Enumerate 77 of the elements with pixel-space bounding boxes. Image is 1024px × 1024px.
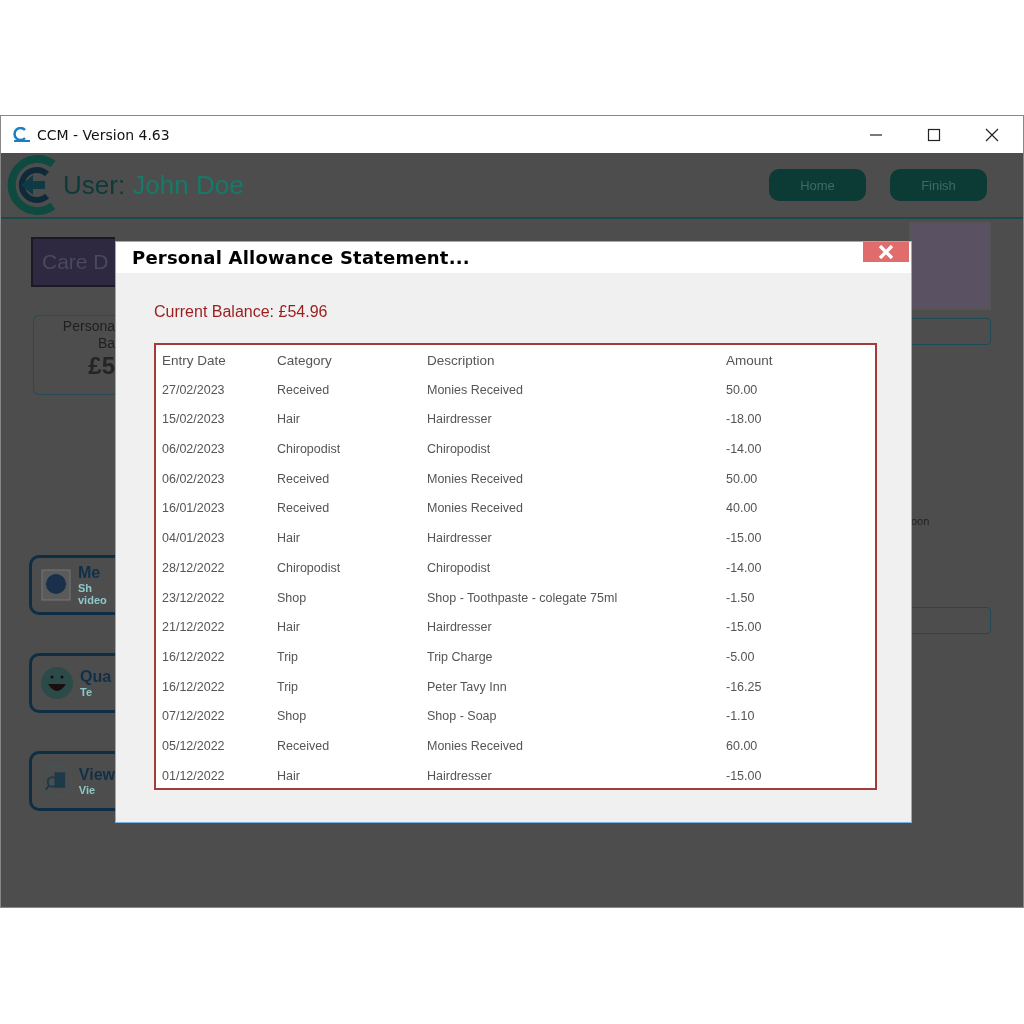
picture-icon (40, 568, 72, 602)
table-cell: Received (277, 471, 330, 486)
table-cell: Trip Charge (427, 649, 493, 664)
table-cell: 01/12/2022 (162, 768, 225, 783)
tile-title: View (78, 766, 115, 784)
tile-title: Me (78, 564, 101, 582)
table-cell: Shop - Soap (427, 709, 497, 724)
table-cell: Hairdresser (427, 412, 492, 427)
table-cell: -5.00 (726, 649, 755, 664)
table-cell: 50.00 (726, 471, 758, 486)
column-header: Entry Date (162, 353, 226, 368)
table-cell: Monies Received (427, 501, 523, 516)
table-cell: Shop (277, 709, 307, 724)
table-cell: Received (277, 501, 330, 516)
table-cell: 16/01/2023 (162, 501, 225, 516)
table-cell: Chiropodist (277, 442, 341, 457)
table-cell: Monies Received (427, 738, 523, 753)
table-cell: Chiropodist (277, 560, 341, 575)
table-cell: 07/12/2022 (162, 709, 225, 724)
current-balance: Current Balance: £54.96 (154, 303, 329, 321)
dialog-title: Personal Allowance Statement... (132, 247, 470, 268)
tile-title: Qua (80, 668, 112, 686)
tile-caption: Vie (78, 784, 96, 796)
table-cell: -14.00 (726, 442, 762, 457)
table-cell: Chiropodist (427, 560, 491, 575)
table-cell: Monies Received (427, 382, 523, 397)
column-header: Description (427, 353, 495, 368)
app-logo-icon (13, 126, 31, 143)
table-cell: -14.00 (726, 560, 762, 575)
table-cell: -15.00 (726, 620, 762, 635)
table-cell: Hairdresser (427, 768, 492, 783)
table-cell: 50.00 (726, 382, 758, 397)
user-label: User: John Doe (63, 169, 244, 201)
table-cell: 16/12/2022 (162, 649, 225, 664)
table-cell: Trip (277, 679, 299, 694)
magnifier-document-icon (40, 764, 73, 798)
table-cell: 27/02/2023 (162, 382, 225, 397)
table-cell: 04/01/2023 (162, 531, 225, 546)
table-cell: Hair (277, 412, 300, 427)
close-button[interactable] (863, 242, 909, 262)
table-cell: -16.25 (726, 679, 762, 694)
table-cell: -1.10 (726, 709, 755, 724)
table-cell: -15.00 (726, 531, 762, 546)
window-title: CCM - Version 4.63 (37, 126, 170, 143)
table-cell: Peter Tavy Inn (427, 679, 507, 694)
table-cell: 06/02/2023 (162, 442, 225, 457)
table-cell: 60.00 (726, 738, 758, 753)
smiley-icon (40, 666, 74, 700)
column-header: Amount (726, 353, 773, 368)
table-cell: Hairdresser (427, 620, 492, 635)
table-cell: Trip (277, 649, 299, 664)
table-cell: -15.00 (726, 768, 762, 783)
table-cell: 15/02/2023 (162, 412, 225, 427)
table-cell: Shop (277, 590, 307, 605)
table-cell: Hair (277, 620, 300, 635)
table-cell: 23/12/2022 (162, 590, 225, 605)
tile-caption: Sh (78, 582, 93, 594)
table-cell: Hair (277, 531, 300, 546)
tile-caption: video (78, 594, 107, 606)
table-cell: -1.50 (726, 590, 755, 605)
table-cell: Chiropodist (427, 442, 491, 457)
table-cell: Received (277, 382, 330, 397)
table-cell: 05/12/2022 (162, 738, 225, 753)
table-cell: Hair (277, 768, 300, 783)
table-cell: 06/02/2023 (162, 471, 225, 486)
close-icon (878, 245, 894, 259)
table-cell: Received (277, 738, 330, 753)
table-cell: Shop - Toothpaste - colegate 75ml (427, 590, 618, 605)
table-cell: 21/12/2022 (162, 620, 225, 635)
table-cell: 40.00 (726, 501, 758, 516)
table-cell: Monies Received (427, 471, 523, 486)
table-cell: 16/12/2022 (162, 679, 225, 694)
table-cell: Hairdresser (427, 531, 492, 546)
table-cell: -18.00 (726, 412, 762, 427)
table-cell: 28/12/2022 (162, 560, 225, 575)
tile-caption: Te (80, 686, 93, 698)
column-header: Category (277, 353, 332, 368)
